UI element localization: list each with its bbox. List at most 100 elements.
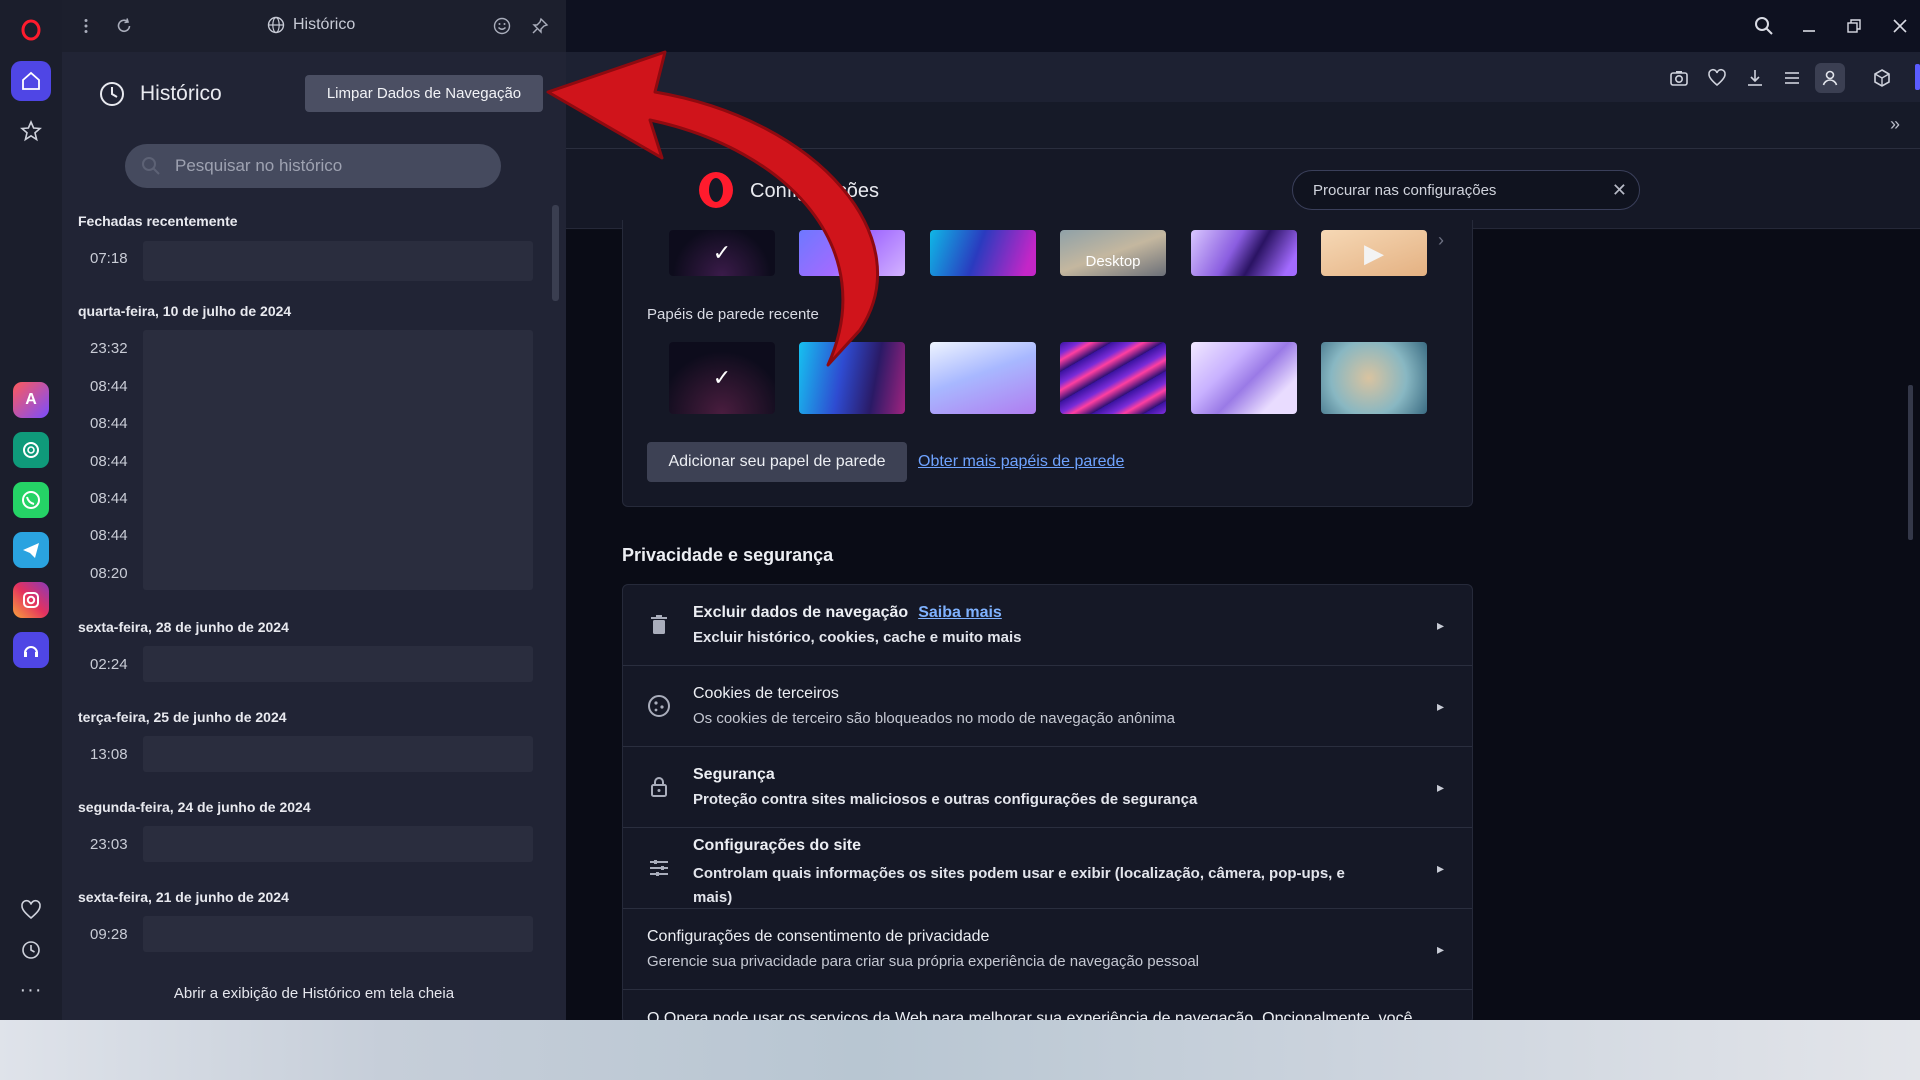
- privacy-row-web-services: O Opera pode usar os serviços da Web par…: [623, 990, 1472, 1023]
- privacy-row-subtitle: Os cookies de terceiro são bloqueados no…: [693, 710, 1175, 727]
- wallpaper-desktop-label: Desktop: [1085, 253, 1141, 270]
- privacy-row-third-party-cookies[interactable]: Cookies de terceiros Os cookies de terce…: [623, 666, 1472, 747]
- bookmark-star-icon[interactable]: [11, 111, 51, 151]
- privacy-row-title: Segurança: [693, 766, 775, 783]
- vertical-dots-icon[interactable]: [74, 14, 98, 38]
- whatsapp-icon[interactable]: [13, 482, 49, 518]
- profile-icon[interactable]: [1815, 63, 1845, 93]
- history-section-heading: quarta-feira, 10 de julho de 2024: [78, 303, 292, 319]
- minimize-icon[interactable]: [1793, 10, 1825, 42]
- history-entries-blurred[interactable]: [143, 330, 533, 590]
- chevron-right-icon[interactable]: ›: [1438, 230, 1444, 251]
- clear-search-icon[interactable]: ✕: [1612, 180, 1627, 201]
- desktop-background-strip: [0, 1020, 1920, 1080]
- chevron-right-icon: ▸: [1436, 860, 1444, 876]
- history-clock-icon[interactable]: [11, 930, 51, 970]
- search-icon[interactable]: [1748, 10, 1780, 42]
- settings-title: Configurações: [750, 180, 879, 202]
- wallpaper-thumb[interactable]: [1191, 342, 1297, 414]
- privacy-row-title: Configurações do site: [693, 837, 862, 854]
- history-entry-blurred[interactable]: [143, 916, 533, 952]
- settings-search-input[interactable]: [1313, 181, 1593, 199]
- close-icon[interactable]: [1884, 10, 1916, 42]
- music-player-icon[interactable]: [13, 632, 49, 668]
- privacy-row-site-settings[interactable]: Configurações do site Controlam quais in…: [623, 828, 1472, 909]
- history-time: 02:24: [90, 656, 128, 673]
- history-section-heading: segunda-feira, 24 de junho de 2024: [78, 799, 311, 815]
- camera-icon[interactable]: [1664, 63, 1694, 93]
- wallpaper-thumb[interactable]: [799, 230, 905, 276]
- sidebar: A ···: [0, 0, 62, 1020]
- accent-indicator: [1915, 64, 1920, 90]
- history-search-field[interactable]: [125, 144, 501, 188]
- home-icon[interactable]: [11, 61, 51, 101]
- history-time: 08:44: [90, 415, 128, 432]
- privacy-card: Excluir dados de navegação Saiba mais Exc…: [622, 584, 1473, 1024]
- trash-icon: [647, 613, 671, 637]
- download-icon[interactable]: [1740, 63, 1770, 93]
- cookie-icon: [647, 694, 671, 718]
- checkmark-icon: ✓: [712, 240, 732, 265]
- wallpaper-thumb-video[interactable]: ▶: [1321, 230, 1427, 276]
- wallpaper-thumb-desktop[interactable]: Desktop: [1060, 230, 1166, 276]
- add-wallpaper-button[interactable]: Adicionar seu papel de parede: [647, 442, 907, 482]
- sliders-icon: [647, 856, 671, 880]
- history-entry-blurred[interactable]: [143, 736, 533, 772]
- privacy-row-subtitle: Controlam quais informações os sites pod…: [693, 865, 1345, 906]
- wallpaper-thumb[interactable]: [930, 342, 1036, 414]
- privacy-row-clear-data[interactable]: Excluir dados de navegação Saiba mais Exc…: [623, 585, 1472, 666]
- pin-icon[interactable]: [528, 14, 552, 38]
- privacy-row-title: Cookies de terceiros: [693, 685, 839, 702]
- checkmark-icon: ✓: [712, 365, 732, 390]
- history-entry-blurred[interactable]: [143, 241, 533, 281]
- open-full-history-link[interactable]: Abrir a exibição de Histórico em tela ch…: [62, 985, 566, 1002]
- wallpaper-thumb[interactable]: ✓: [669, 230, 775, 276]
- wallpaper-thumb-selected[interactable]: ✓: [669, 342, 775, 414]
- privacy-row-subtitle: Gerencie sua privacidade para criar sua …: [647, 953, 1199, 970]
- content-scrollbar[interactable]: [1908, 385, 1913, 540]
- heart-icon[interactable]: [1702, 63, 1732, 93]
- heart-icon[interactable]: [11, 890, 51, 930]
- more-wallpapers-link[interactable]: Obter mais papéis de parede: [918, 453, 1124, 471]
- privacy-row-security[interactable]: Segurança Proteção contra sites malicios…: [623, 747, 1472, 828]
- double-chevron-right-icon[interactable]: »: [1890, 114, 1900, 135]
- lock-icon: [647, 775, 671, 799]
- clear-browsing-data-button[interactable]: Limpar Dados de Navegação: [305, 75, 543, 112]
- learn-more-link[interactable]: Saiba mais: [918, 604, 1002, 621]
- play-icon: ▶: [1364, 237, 1384, 268]
- history-section-heading: sexta-feira, 28 de junho de 2024: [78, 619, 289, 635]
- more-options-icon[interactable]: ···: [11, 970, 51, 1010]
- settings-search-field[interactable]: ✕: [1292, 170, 1640, 210]
- opera-logo-icon: [699, 172, 733, 208]
- chevron-right-icon: ▸: [1436, 617, 1444, 633]
- history-time: 08:44: [90, 378, 128, 395]
- privacy-row-consent[interactable]: Configurações de consentimento de privac…: [623, 909, 1472, 990]
- history-entry-blurred[interactable]: [143, 826, 533, 862]
- history-time: 23:03: [90, 836, 128, 853]
- instagram-icon[interactable]: [13, 582, 49, 618]
- chevron-right-icon: ▸: [1436, 698, 1444, 714]
- wallpaper-thumb[interactable]: [1060, 342, 1166, 414]
- telegram-icon[interactable]: [13, 532, 49, 568]
- history-time: 07:18: [90, 250, 128, 267]
- wallpaper-thumb[interactable]: [1191, 230, 1297, 276]
- history-time: 08:44: [90, 527, 128, 544]
- wallpaper-thumb[interactable]: [799, 342, 905, 414]
- aria-ai-icon[interactable]: A: [13, 382, 49, 418]
- history-section-heading: Fechadas recentemente: [78, 213, 238, 229]
- history-scrollbar[interactable]: [552, 205, 559, 301]
- reload-icon[interactable]: [112, 14, 136, 38]
- history-search-input[interactable]: [175, 156, 475, 176]
- opera-menu-icon[interactable]: [11, 10, 51, 50]
- history-entry-blurred[interactable]: [143, 646, 533, 682]
- privacy-row-title: Excluir dados de navegação: [693, 604, 909, 621]
- restore-icon[interactable]: [1838, 10, 1870, 42]
- chatgpt-icon[interactable]: [13, 432, 49, 468]
- wallpaper-thumb[interactable]: [1321, 342, 1427, 414]
- chevron-right-icon: ▸: [1436, 941, 1444, 957]
- wallpaper-thumb[interactable]: [930, 230, 1036, 276]
- easy-setup-icon[interactable]: [1777, 63, 1807, 93]
- extensions-cube-icon[interactable]: [1867, 63, 1897, 93]
- emoji-icon[interactable]: [490, 14, 514, 38]
- history-time: 13:08: [90, 746, 128, 763]
